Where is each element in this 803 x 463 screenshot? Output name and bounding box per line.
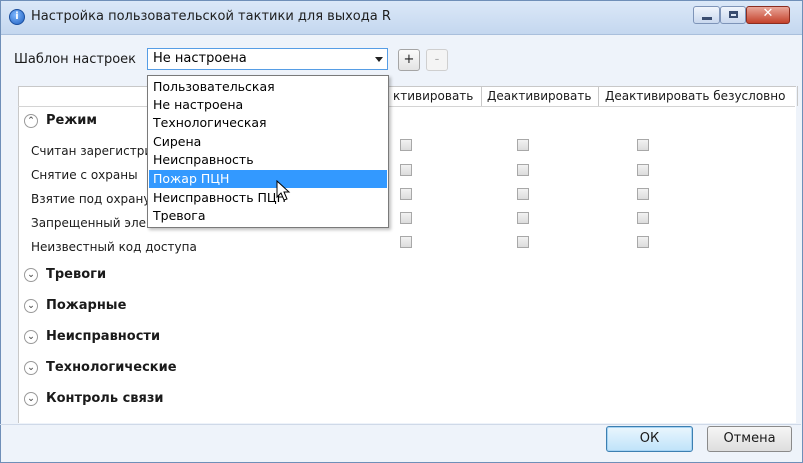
column-separator [797, 86, 798, 106]
title-bar[interactable]: i Настройка пользовательской тактики для… [1, 1, 802, 35]
remove-template-button[interactable]: - [426, 49, 448, 71]
column-header-deactivate-unconditional[interactable]: Деактивировать безусловно [605, 86, 785, 106]
dropdown-option[interactable]: Неисправность [149, 151, 387, 169]
row-label: Считан зарегистри [31, 144, 153, 158]
dropdown-option-highlighted[interactable]: Пожар ПЦН [149, 170, 387, 188]
chevron-down-icon[interactable]: ⌄ [24, 268, 38, 282]
dropdown-option[interactable]: Сирена [149, 133, 387, 151]
template-label: Шаблон настроек [14, 52, 137, 67]
maximize-icon [729, 11, 738, 18]
cancel-button[interactable]: Отмена [707, 426, 792, 452]
template-combobox[interactable]: Не настроена [147, 48, 388, 70]
deactivate-unconditional-checkbox[interactable] [637, 139, 649, 151]
group-mode-label: Режим [46, 113, 98, 128]
column-separator [481, 86, 482, 106]
chevron-down-icon[interactable]: ⌄ [24, 330, 38, 344]
activate-checkbox[interactable] [400, 212, 412, 224]
row-label: Запрещенный эле [31, 216, 146, 230]
chevron-down-icon [375, 57, 383, 62]
dropdown-option[interactable]: Технологическая [149, 114, 387, 132]
activate-checkbox[interactable] [400, 139, 412, 151]
chevron-up-icon[interactable]: ⌃ [24, 114, 38, 128]
deactivate-checkbox[interactable] [517, 188, 529, 200]
deactivate-checkbox[interactable] [517, 212, 529, 224]
activate-checkbox[interactable] [400, 188, 412, 200]
activate-checkbox[interactable] [400, 164, 412, 176]
chevron-down-icon[interactable]: ⌄ [24, 361, 38, 375]
deactivate-checkbox[interactable] [517, 139, 529, 151]
group-faults-label: Неисправности [46, 329, 161, 344]
deactivate-unconditional-checkbox[interactable] [637, 188, 649, 200]
dropdown-option[interactable]: Неисправность ПЦН [149, 189, 387, 207]
row-label: Взятие под охрану [31, 192, 151, 206]
dropdown-option[interactable]: Не настроена [149, 96, 387, 114]
template-selected-value: Не настроена [153, 51, 247, 66]
dropdown-option[interactable]: Пользовательская [149, 78, 387, 96]
dropdown-option[interactable]: Тревога [149, 207, 387, 225]
maximize-button[interactable] [720, 6, 746, 24]
group-alarms-label: Тревоги [46, 267, 107, 282]
group-tech-label: Технологические [46, 360, 177, 375]
mouse-cursor-icon [276, 180, 291, 201]
close-icon: ✕ [762, 6, 774, 21]
chevron-down-icon[interactable]: ⌄ [24, 299, 38, 313]
chevron-down-icon[interactable]: ⌄ [24, 392, 38, 406]
deactivate-unconditional-checkbox[interactable] [637, 236, 649, 248]
add-template-button[interactable]: + [398, 49, 420, 71]
close-button[interactable]: ✕ [746, 6, 790, 24]
deactivate-unconditional-checkbox[interactable] [637, 212, 649, 224]
column-header-deactivate[interactable]: Деактивировать [487, 86, 591, 106]
activate-checkbox[interactable] [400, 236, 412, 248]
group-link-label: Контроль связи [46, 391, 164, 406]
ok-button[interactable]: ОК [606, 426, 693, 452]
deactivate-unconditional-checkbox[interactable] [637, 164, 649, 176]
minimize-button[interactable] [693, 6, 720, 24]
header-divider [18, 106, 795, 107]
app-icon: i [9, 9, 25, 25]
minimize-icon [702, 17, 712, 20]
window-title: Настройка пользовательской тактики для в… [31, 9, 391, 24]
deactivate-checkbox[interactable] [517, 236, 529, 248]
row-label: Снятие с охраны [31, 168, 138, 182]
row-label: Неизвестный код доступа [31, 240, 197, 254]
column-separator [598, 86, 599, 106]
footer-divider [0, 424, 801, 425]
column-header-activate[interactable]: ктивировать [393, 86, 473, 106]
group-fire-label: Пожарные [46, 298, 127, 313]
template-dropdown-list[interactable]: Пользовательская Не настроена Технологич… [147, 75, 389, 228]
deactivate-checkbox[interactable] [517, 164, 529, 176]
